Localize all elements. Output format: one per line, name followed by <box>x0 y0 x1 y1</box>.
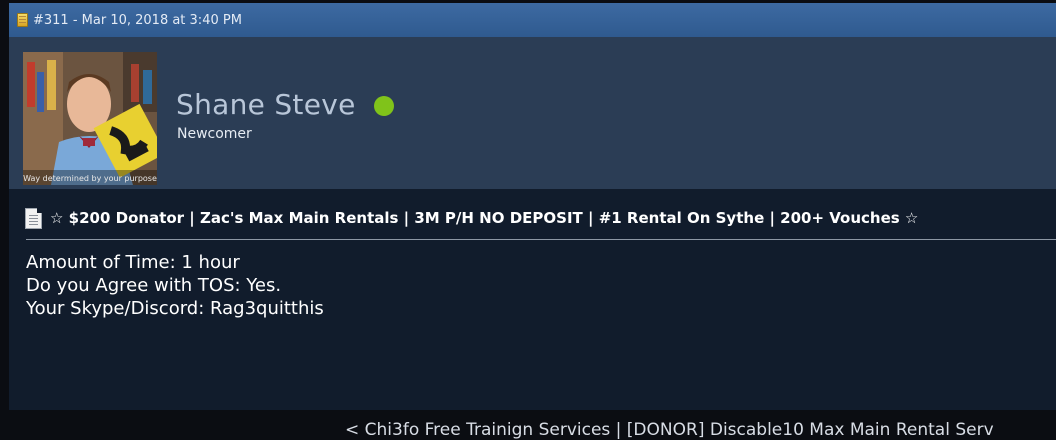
body-line: Do you Agree with TOS: Yes. <box>26 275 282 296</box>
author-username[interactable]: Shane Steve <box>176 88 356 121</box>
forum-post: #311 - Mar 10, 2018 at 3:40 PM Way deter… <box>9 3 1056 410</box>
author-block: Way determined by your purpose Shane Ste… <box>9 37 1056 189</box>
document-icon <box>25 207 42 229</box>
body-line: Amount of Time: 1 hour <box>26 252 240 273</box>
author-user-title: Newcomer <box>177 126 252 142</box>
online-status-icon <box>374 96 394 116</box>
avatar[interactable]: Way determined by your purpose <box>23 52 157 185</box>
body-line: Your Skype/Discord: Rag3quitthis <box>26 298 324 319</box>
avatar-image: Way determined by your purpose <box>23 52 157 185</box>
post-title-row: ☆ $200 Donator | Zac's Max Main Rentals … <box>25 206 918 230</box>
post-header: #311 - Mar 10, 2018 at 3:40 PM <box>9 3 1056 37</box>
post-body: Amount of Time: 1 hour Do you Agree with… <box>26 251 324 320</box>
post-title: ☆ $200 Donator | Zac's Max Main Rentals … <box>50 209 919 227</box>
thread-navigation-link[interactable]: < Chi3fo Free Trainign Services | [DONOR… <box>345 420 994 440</box>
divider <box>26 239 1056 240</box>
avatar-caption: Way determined by your purpose <box>23 174 157 183</box>
post-icon <box>17 13 28 27</box>
post-meta[interactable]: #311 - Mar 10, 2018 at 3:40 PM <box>33 13 242 28</box>
